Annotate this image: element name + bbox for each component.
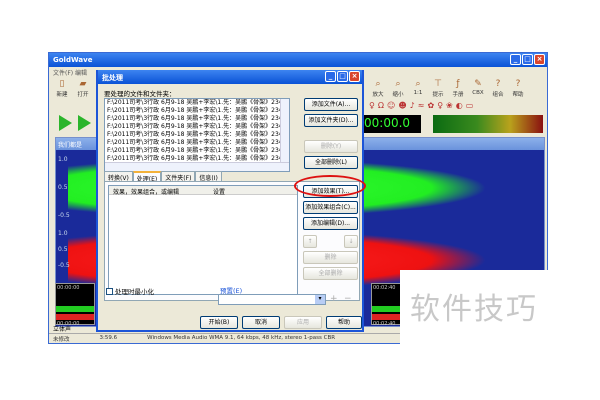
file-item[interactable]: F:\2011司考\3行政 6月9-18 吴鹏+李宏\1.先：吴鹏《骨架》23小…: [105, 139, 289, 147]
help-icon: ?: [515, 79, 521, 89]
play-controls[interactable]: [59, 115, 91, 131]
minimize-button[interactable]: _: [510, 54, 521, 65]
add-effect-chain-button[interactable]: 添加效果组合(C)...: [303, 201, 358, 214]
dialog-title: 批处理: [102, 74, 123, 82]
maximize-button[interactable]: □: [522, 54, 533, 65]
file-item[interactable]: F:\2011司考\3行政 6月9-18 吴鹏+李宏\1.先：吴鹏《骨架》23小…: [105, 147, 289, 155]
remove-all-button[interactable]: 全部删除(L): [304, 156, 358, 169]
time-label: 00:00:00: [57, 285, 80, 291]
tick: -0.5: [58, 262, 70, 269]
dialog-maximize-button[interactable]: □: [337, 71, 348, 82]
status-format: Windows Media Audio WMA 9.1, 64 kbps, 48…: [147, 335, 336, 341]
cbx-icon: ✎: [474, 79, 482, 89]
delete-effect-button[interactable]: 删除: [303, 251, 358, 264]
label: 1:1: [413, 90, 423, 96]
column-settings[interactable]: 设置: [209, 186, 229, 196]
watermark: 软件技巧: [400, 270, 600, 346]
file-item[interactable]: F:\2011司考\3行政 6月9-18 吴鹏+李宏\1.先：吴鹏《骨架》23小…: [105, 99, 289, 107]
checkbox-icon[interactable]: [106, 287, 113, 295]
label: 组合: [492, 92, 504, 98]
minimize-checkbox[interactable]: 处理时最小化: [106, 286, 154, 296]
zoom-out-button[interactable]: ⌕ 缩小: [389, 79, 407, 99]
file-item[interactable]: F:\2011司考\3行政 6月9-18 吴鹏+李宏\1.先：吴鹏《骨架》23小…: [105, 123, 289, 131]
label: 缩小: [392, 92, 404, 98]
column-effect[interactable]: 效果，效果组合，或编辑: [109, 186, 209, 196]
file-item[interactable]: F:\2011司考\3行政 6月9-18 吴鹏+李宏\1.先：吴鹏《骨架》23小…: [105, 107, 289, 115]
add-edit-button[interactable]: 添加编辑(D)...: [303, 217, 358, 230]
magnifier-icon: ⌕: [395, 79, 401, 89]
files-label: 要处理的文件和文件夹：: [104, 90, 176, 98]
add-effect-button[interactable]: 添加效果(T)...: [303, 185, 358, 198]
label: 放大: [372, 92, 384, 98]
add-folder-button[interactable]: 添加文件夹(D)...: [304, 114, 358, 127]
cancel-button[interactable]: 取消: [242, 316, 280, 329]
remove-preset-icon[interactable]: −: [344, 294, 352, 304]
chevron-down-icon[interactable]: ▾: [315, 295, 325, 304]
level-meter: [433, 115, 543, 133]
label: 帮助: [512, 92, 524, 98]
remove-button[interactable]: 删除(Y): [304, 140, 358, 153]
apply-button[interactable]: 应用: [284, 316, 322, 329]
cbx-button[interactable]: ✎ CBX: [469, 79, 487, 99]
status-length: 3:59.6: [99, 335, 118, 341]
manual-icon: ƒ: [456, 79, 460, 89]
new-button[interactable]: ▯ 新建: [53, 79, 71, 99]
play-selection-icon[interactable]: [78, 115, 91, 131]
dialog-close-button[interactable]: ×: [349, 71, 360, 82]
open-button[interactable]: ▰ 打开: [74, 79, 92, 99]
status-state: 未修改: [53, 337, 70, 343]
preset-select[interactable]: ▾: [218, 294, 326, 305]
vertical-scrollbar[interactable]: [280, 99, 289, 171]
new-file-icon: ▯: [59, 79, 65, 89]
tick: 0.5: [58, 184, 68, 191]
start-button[interactable]: 开始(B): [200, 316, 238, 329]
close-button[interactable]: ×: [534, 54, 545, 65]
magnifier-icon: ⌕: [375, 79, 381, 89]
add-preset-icon[interactable]: +: [330, 294, 338, 304]
channel-tab[interactable]: 立体声: [49, 324, 75, 333]
minimize-label: 处理时最小化: [115, 288, 154, 296]
tick: 1.0: [58, 156, 68, 163]
label: 手册: [452, 92, 464, 98]
combine-button[interactable]: ? 组合: [489, 79, 507, 99]
open-label: 打开: [77, 92, 89, 98]
cue-icon: ⊤: [434, 79, 442, 89]
delete-all-effects-button[interactable]: 全部删除: [303, 267, 358, 280]
tick: 1.0: [58, 230, 68, 237]
overview-left[interactable]: 00:00:00 00:00:00: [55, 283, 95, 327]
help-button[interactable]: 帮助: [326, 316, 362, 329]
file-list[interactable]: F:\2011司考\3行政 6月9-18 吴鹏+李宏\1.先：吴鹏《骨架》23小…: [104, 98, 290, 172]
manual-button[interactable]: ƒ 手册: [449, 79, 467, 99]
add-file-button[interactable]: 添加文件(A)...: [304, 98, 358, 111]
new-label: 新建: [56, 92, 68, 98]
app-title: GoldWave: [53, 56, 93, 64]
help-toolbar-button[interactable]: ? 帮助: [509, 79, 527, 99]
file-item[interactable]: F:\2011司考\3行政 6月9-18 吴鹏+李宏\1.先：吴鹏《骨架》23小…: [105, 131, 289, 139]
zoom-in-button[interactable]: ⌕ 放大: [369, 79, 387, 99]
play-icon[interactable]: [59, 115, 72, 131]
tick: 0.5: [58, 246, 68, 253]
move-up-button[interactable]: ↑: [303, 235, 317, 248]
effects-list[interactable]: 效果，效果组合，或编辑 设置: [108, 185, 298, 295]
label: CBX: [472, 90, 484, 96]
main-titlebar: GoldWave _ □ ×: [49, 53, 547, 67]
dialog-minimize-button[interactable]: _: [325, 71, 336, 82]
process-panel: 效果，效果组合，或编辑 设置 添加效果(T)... 添加效果组合(C)... 添加…: [104, 181, 360, 301]
move-down-button[interactable]: ↓: [344, 235, 358, 248]
file-item[interactable]: F:\2011司考\3行政 6月9-18 吴鹏+李宏\1.先：吴鹏《骨架》23小…: [105, 115, 289, 123]
horizontal-scrollbar[interactable]: [105, 162, 289, 171]
cue-button[interactable]: ⊤ 提示: [429, 79, 447, 99]
tick: -0.5: [58, 212, 70, 219]
time-display: 00:00.0: [361, 115, 421, 133]
dialog-titlebar: 批处理 _ □ ×: [98, 70, 362, 84]
combine-icon: ?: [495, 79, 501, 89]
open-folder-icon: ▰: [79, 79, 87, 89]
effects-toolbar[interactable]: ♀ Ω ☺ ☻ ♪ ≈ ✿ ♀ ❀ ◐ ▭: [369, 101, 473, 110]
zoom-1to1-button[interactable]: ⌕ 1:1: [409, 79, 427, 99]
label: 提示: [432, 92, 444, 98]
magnifier-icon: ⌕: [415, 79, 421, 89]
batch-dialog: 批处理 _ □ × 要处理的文件和文件夹： F:\2011司考\3行政 6月9-18…: [96, 70, 366, 332]
